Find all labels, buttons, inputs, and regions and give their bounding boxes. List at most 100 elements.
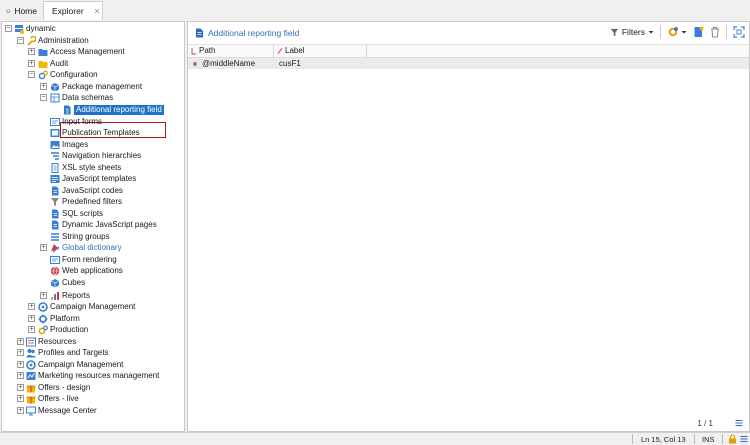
- status-divider: [694, 434, 695, 444]
- tree-item-additional-reporting-field[interactable]: Additional reporting field: [62, 104, 164, 115]
- tree-item-form-rendering[interactable]: Form rendering: [50, 254, 117, 265]
- column-path[interactable]: Path: [191, 46, 215, 55]
- tree-item-xsl-style-sheets[interactable]: XSL style sheets: [50, 162, 121, 173]
- expand-toggle-icon[interactable]: +: [28, 303, 35, 310]
- tree-item-label: Message Center: [38, 405, 97, 415]
- tree-item-label: Additional reporting field: [74, 104, 164, 115]
- tree-item-access-management[interactable]: Access Management: [38, 46, 125, 57]
- cell-label-value: cusF1: [279, 59, 301, 68]
- tree-item-publication-templates[interactable]: Publication Templates: [50, 127, 140, 138]
- tab-explorer[interactable]: Explorer ✕: [43, 1, 103, 20]
- collapse-toggle-icon[interactable]: −: [17, 37, 24, 44]
- tree-item-label: Global dictionary: [62, 242, 122, 252]
- tree-item-label: SQL scripts: [62, 208, 104, 218]
- tree-item-images[interactable]: Images: [50, 139, 88, 150]
- tree-item-platform[interactable]: Platform: [38, 313, 80, 324]
- tree-item-marketing-resources-management[interactable]: Marketing resources management: [26, 370, 159, 381]
- tree-item-javascript-templates[interactable]: JavaScript templates: [50, 173, 136, 184]
- collapse-toggle-icon[interactable]: −: [5, 25, 12, 32]
- expand-toggle-icon[interactable]: +: [17, 349, 24, 356]
- tree-item-configuration[interactable]: Configuration: [38, 69, 98, 80]
- sort-icon: [191, 47, 196, 54]
- fullscreen-icon[interactable]: [733, 26, 745, 38]
- cell-label: cusF1: [279, 59, 301, 68]
- tree-item-label: Configuration: [50, 69, 98, 79]
- tree-item-administration[interactable]: Administration: [26, 35, 89, 46]
- attribute-icon: [192, 61, 198, 66]
- tree-item-web-applications[interactable]: Web applications: [50, 265, 123, 276]
- expand-toggle-icon[interactable]: +: [28, 48, 35, 55]
- toolbar-divider: [660, 25, 661, 39]
- expand-toggle-icon[interactable]: +: [17, 384, 24, 391]
- expand-toggle-icon[interactable]: +: [17, 338, 24, 345]
- expand-toggle-icon[interactable]: +: [40, 244, 47, 251]
- document-icon: [196, 28, 203, 38]
- tree-item-sql-scripts[interactable]: SQL scripts: [50, 208, 103, 219]
- tree-item-package-management[interactable]: Package management: [50, 81, 142, 92]
- cell-path: @middleName: [192, 59, 255, 68]
- tree-item-data-schemas[interactable]: Data schemas: [50, 92, 113, 103]
- tree-item-reports[interactable]: Reports: [50, 290, 90, 301]
- tree-item-campaign-management[interactable]: Campaign Management: [26, 359, 123, 370]
- column-label-label: Label: [285, 46, 305, 55]
- expand-toggle-icon[interactable]: +: [17, 407, 24, 414]
- tree-item-label: Form rendering: [62, 254, 117, 264]
- new-document-icon[interactable]: [693, 26, 704, 38]
- tree-item-dynamic[interactable]: dynamic: [14, 23, 56, 34]
- tree-item-offers-live[interactable]: Offers - live: [26, 393, 79, 404]
- tree-item-input-forms[interactable]: Input forms: [50, 116, 102, 127]
- tree-item-navigation-hierarchies[interactable]: Navigation hierarchies: [50, 150, 141, 161]
- expand-toggle-icon[interactable]: +: [40, 292, 47, 299]
- tree-item-resources[interactable]: Resources: [26, 336, 76, 347]
- expand-toggle-icon[interactable]: +: [40, 83, 47, 90]
- table-row[interactable]: @middleName cusF1: [188, 58, 749, 69]
- column-label[interactable]: Label: [277, 46, 305, 55]
- tree-item-cubes[interactable]: Cubes: [50, 277, 85, 288]
- home-icon: [6, 8, 11, 13]
- stylesheet-icon: [51, 162, 59, 173]
- filters-button[interactable]: Filters: [610, 27, 654, 37]
- collapse-toggle-icon[interactable]: −: [40, 94, 47, 101]
- tree-item-audit[interactable]: Audit: [38, 58, 68, 69]
- tree-item-javascript-codes[interactable]: JavaScript codes: [50, 185, 123, 196]
- tree-item-label: Campaign Management: [38, 359, 124, 369]
- tree-item-campaign-management-admin[interactable]: Campaign Management: [38, 301, 135, 312]
- tab-explorer-label: Explorer: [52, 6, 84, 16]
- gears-icon: [38, 70, 48, 79]
- gift-icon: [26, 396, 36, 403]
- tree-item-global-dictionary[interactable]: Global dictionary: [50, 242, 122, 253]
- tree-item-dynamic-javascript-pages[interactable]: Dynamic JavaScript pages: [50, 219, 157, 230]
- tree-item-offers-design[interactable]: Offers - design: [26, 382, 90, 393]
- expand-toggle-icon[interactable]: +: [17, 361, 24, 368]
- tree-item-predefined-filters[interactable]: Predefined filters: [50, 196, 122, 207]
- tree-item-string-groups[interactable]: String groups: [50, 231, 110, 242]
- menu-icon[interactable]: [740, 435, 748, 443]
- expand-toggle-icon[interactable]: +: [17, 372, 24, 379]
- detail-title: Additional reporting field: [195, 28, 299, 38]
- folder-icon: [38, 60, 48, 68]
- tree-item-label: Cubes: [62, 277, 86, 287]
- tab-home-label: Home: [14, 5, 37, 16]
- cursor-position: Ln 15, Col 13: [641, 435, 686, 444]
- trash-icon[interactable]: [710, 26, 720, 38]
- collapse-toggle-icon[interactable]: −: [28, 71, 35, 78]
- actions-menu-button[interactable]: [667, 26, 687, 38]
- tree-item-production[interactable]: Production: [38, 324, 88, 335]
- tree-item-label: Offers - design: [38, 382, 91, 392]
- wrench-icon: [27, 35, 36, 46]
- expand-toggle-icon[interactable]: +: [28, 326, 35, 333]
- explorer-tree[interactable]: − dynamic − Administration + Access Mana…: [1, 21, 185, 432]
- list-menu-icon[interactable]: [735, 419, 743, 427]
- tree-item-label: Images: [62, 139, 89, 149]
- lock-icon: [729, 434, 736, 444]
- expand-toggle-icon[interactable]: +: [28, 60, 35, 67]
- expand-toggle-icon[interactable]: +: [28, 315, 35, 322]
- column-divider[interactable]: [366, 45, 367, 57]
- column-divider[interactable]: [273, 45, 274, 57]
- tree-item-message-center[interactable]: Message Center: [26, 405, 97, 416]
- tab-home[interactable]: Home: [2, 1, 41, 20]
- chevron-down-icon: [648, 31, 654, 34]
- tree-item-profiles-and-targets[interactable]: Profiles and Targets: [26, 347, 109, 358]
- expand-toggle-icon[interactable]: +: [17, 395, 24, 402]
- close-icon[interactable]: ✕: [94, 7, 101, 16]
